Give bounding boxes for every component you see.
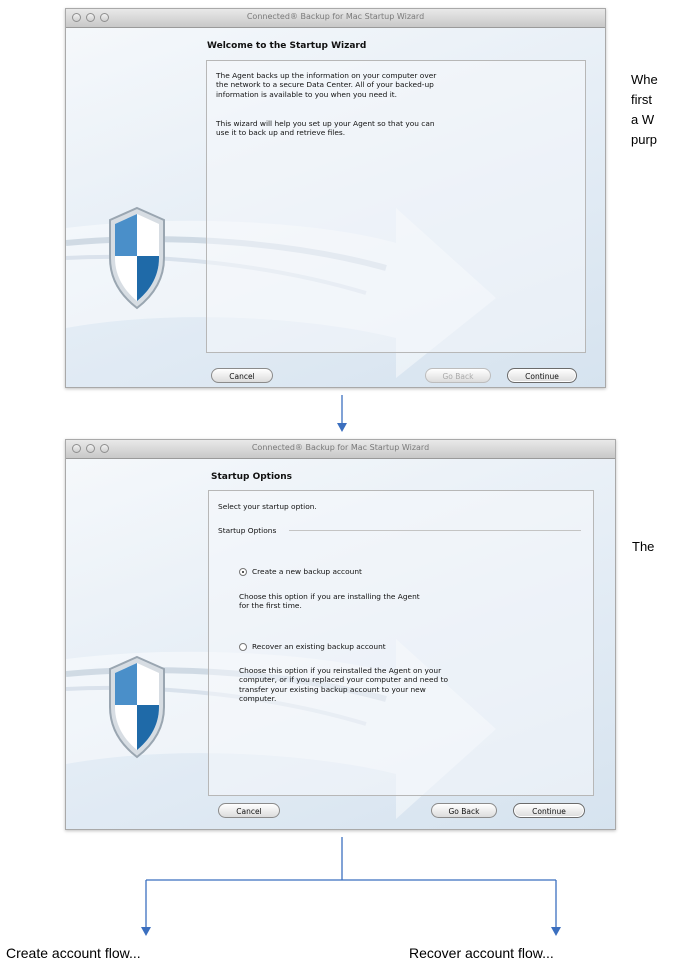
arrow-down-icon xyxy=(141,927,151,936)
flow-connectors xyxy=(141,395,561,936)
create-account-flow-label: Create account flow... xyxy=(6,945,141,961)
arrow-down-icon xyxy=(551,927,561,936)
arrow-down-icon xyxy=(337,423,347,432)
recover-account-flow-label: Recover account flow... xyxy=(409,945,554,961)
